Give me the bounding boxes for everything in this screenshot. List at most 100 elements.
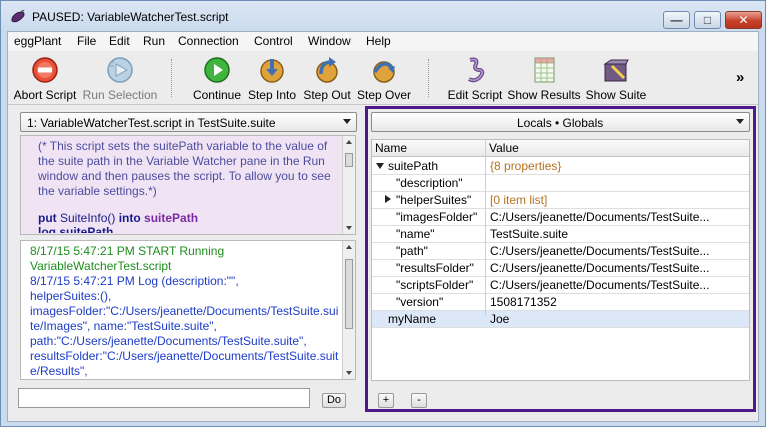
maximize-button[interactable]: □: [694, 11, 721, 29]
scroll-up-icon[interactable]: [346, 140, 352, 144]
table-row[interactable]: "helperSuites" [0 item list]: [372, 192, 749, 209]
chevron-down-icon: [736, 119, 744, 124]
show-results-label: Show Results: [507, 88, 581, 102]
title-bar[interactable]: PAUSED: VariableWatcherTest.script — □ ✕: [1, 1, 765, 31]
continue-label: Continue: [192, 88, 242, 102]
abort-script-button[interactable]: Abort Script: [11, 53, 79, 103]
variable-name: "resultsFolder": [396, 261, 474, 275]
run-selection-button[interactable]: Run Selection: [81, 53, 159, 103]
minimize-button[interactable]: —: [663, 11, 690, 29]
variable-name: suitePath: [144, 211, 199, 225]
keyword-put: put: [38, 211, 57, 225]
table-row[interactable]: "resultsFolder" C:/Users/jeanette/Docume…: [372, 260, 749, 277]
log-line: 8/17/15 5:47:21 PM START Running: [30, 244, 225, 258]
step-out-button[interactable]: Step Out: [301, 53, 353, 103]
menu-help[interactable]: Help: [366, 34, 391, 48]
log-scrollbar[interactable]: [342, 241, 355, 379]
scroll-down-icon[interactable]: [346, 226, 352, 230]
toolbar-overflow-button[interactable]: »: [736, 69, 744, 86]
menu-eggplant[interactable]: eggPlant: [14, 34, 61, 48]
app-window: PAUSED: VariableWatcherTest.script — □ ✕…: [0, 0, 766, 427]
edit-script-button[interactable]: Edit Script: [445, 53, 505, 103]
step-into-button[interactable]: Step Into: [245, 53, 299, 103]
menu-edit[interactable]: Edit: [109, 34, 130, 48]
variable-value: C:/Users/jeanette/Documents/TestSuite...: [490, 244, 710, 258]
log-line: path:"C:/Users/jeanette/Documents/TestSu…: [30, 334, 307, 348]
variable-value: C:/Users/jeanette/Documents/TestSuite...: [490, 210, 710, 224]
variable-name: "imagesFolder": [396, 210, 478, 224]
show-suite-label: Show Suite: [585, 88, 647, 102]
collapsed-triangle-icon[interactable]: [385, 195, 391, 203]
run-selection-icon: [107, 57, 133, 83]
column-header-name[interactable]: Name: [372, 140, 486, 157]
edit-script-icon: [467, 57, 485, 83]
variable-name: "description": [396, 176, 463, 190]
table-row[interactable]: "version" 1508171352: [372, 294, 749, 311]
step-over-button[interactable]: Step Over: [356, 53, 412, 103]
scroll-thumb[interactable]: [345, 153, 353, 167]
variable-value: 1508171352: [490, 295, 557, 309]
column-divider[interactable]: [485, 140, 486, 316]
continue-button[interactable]: Continue: [191, 53, 243, 103]
command-input[interactable]: [18, 388, 310, 408]
variable-value: TestSuite.suite: [490, 227, 569, 241]
step-into-label: Step Into: [247, 88, 297, 102]
minimize-icon: —: [670, 13, 683, 27]
scroll-thumb[interactable]: [345, 259, 353, 329]
script-selector[interactable]: 1: VariableWatcherTest.script in TestSui…: [20, 112, 357, 132]
toolbar: Abort Script Run Selection Continue Step…: [8, 51, 758, 105]
add-variable-button[interactable]: +: [378, 393, 394, 408]
table-row[interactable]: "scriptsFolder" C:/Users/jeanette/Docume…: [372, 277, 749, 294]
scroll-up-icon[interactable]: [346, 245, 352, 249]
log-line: te/Images", name:"TestSuite.suite",: [30, 319, 217, 333]
table-row[interactable]: "path" C:/Users/jeanette/Documents/TestS…: [372, 243, 749, 260]
column-header-value[interactable]: Value: [486, 140, 749, 157]
do-button[interactable]: Do: [322, 393, 346, 408]
step-over-label: Step Over: [356, 88, 412, 102]
log-line: e/Results",: [30, 364, 88, 378]
variable-name: suitePath: [388, 159, 439, 173]
menu-file[interactable]: File: [77, 34, 96, 48]
client-area: eggPlant File Edit Run Connection Contro…: [7, 31, 759, 422]
expand-triangle-icon[interactable]: [376, 163, 384, 169]
eggplant-logo-icon: [11, 10, 25, 23]
maximize-icon: □: [703, 13, 712, 27]
variable-name: "helperSuites": [396, 193, 472, 207]
menu-window[interactable]: Window: [308, 34, 351, 48]
keyword-into: into: [118, 211, 141, 225]
close-icon: ✕: [738, 13, 749, 27]
table-row[interactable]: "imagesFolder" C:/Users/jeanette/Documen…: [372, 209, 749, 226]
show-suite-button[interactable]: Show Suite: [584, 53, 648, 103]
script-scrollbar[interactable]: [342, 136, 355, 234]
menu-control[interactable]: Control: [254, 34, 293, 48]
remove-variable-button[interactable]: -: [411, 393, 427, 408]
table-row[interactable]: "name" TestSuite.suite: [372, 226, 749, 243]
abort-script-label: Abort Script: [13, 88, 77, 102]
close-button[interactable]: ✕: [725, 11, 762, 29]
scroll-down-icon[interactable]: [346, 371, 352, 375]
variable-table: Name Value suitePath {8 properties} "des…: [371, 139, 750, 381]
variable-name: "name": [396, 227, 435, 241]
scope-selector[interactable]: Locals • Globals: [371, 112, 750, 132]
variable-name: "path": [396, 244, 428, 258]
variable-value: {8 properties}: [490, 159, 562, 173]
results-table-icon: [534, 57, 555, 83]
variable-name: myName: [388, 312, 437, 326]
table-row[interactable]: "description": [372, 175, 749, 192]
table-row[interactable]: suitePath {8 properties}: [372, 158, 749, 175]
show-results-button[interactable]: Show Results: [507, 53, 581, 103]
edit-script-label: Edit Script: [447, 88, 503, 102]
script-editor[interactable]: (* This script sets the suitePath variab…: [20, 135, 356, 235]
log-line: imagesFolder:"C:/Users/jeanette/Document…: [30, 304, 339, 318]
step-out-label: Step Out: [303, 88, 351, 102]
menu-connection[interactable]: Connection: [178, 34, 239, 48]
script-current-line: put SuiteInfo() into suitePath: [38, 211, 198, 225]
script-next-line: log suitePath: [38, 225, 114, 233]
toolbar-separator: [428, 59, 429, 97]
menu-run[interactable]: Run: [143, 34, 165, 48]
log-pane[interactable]: 8/17/15 5:47:21 PM START Running Variabl…: [20, 240, 356, 380]
suite-folder-icon: [603, 59, 629, 82]
table-row-selected[interactable]: myName Joe: [372, 311, 749, 328]
variable-name: "scriptsFolder": [396, 278, 474, 292]
variable-value: C:/Users/jeanette/Documents/TestSuite...: [490, 278, 710, 292]
